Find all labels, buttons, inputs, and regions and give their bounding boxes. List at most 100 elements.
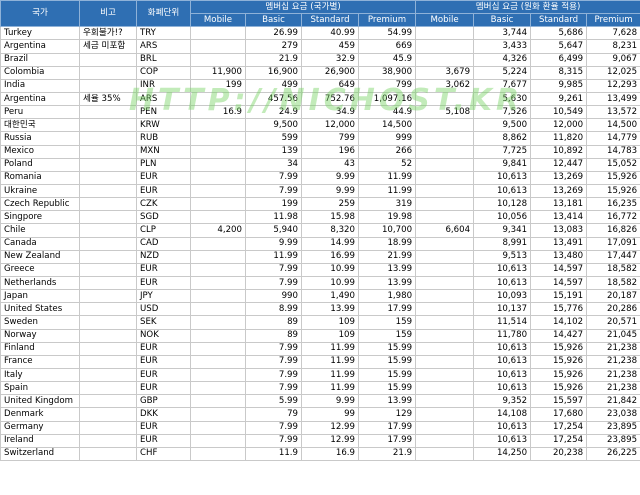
cell-country[interactable]: Greece	[0, 262, 80, 277]
cell-country[interactable]: United Kingdom	[0, 394, 80, 409]
cell-standard[interactable]: 259	[301, 197, 359, 212]
cell-krw-premium[interactable]: 21,238	[586, 381, 640, 396]
cell-premium[interactable]: 999	[357, 131, 417, 146]
cell-krw-mobile[interactable]	[415, 170, 475, 185]
cell-currency[interactable]: PLN	[136, 157, 191, 172]
cell-note[interactable]	[79, 170, 137, 185]
cell-krw-mobile[interactable]	[415, 118, 475, 133]
cell-basic[interactable]: 21.9	[245, 52, 302, 67]
cell-standard[interactable]: 13.99	[301, 302, 359, 317]
cell-standard[interactable]: 799	[301, 131, 359, 146]
cell-krw-standard[interactable]: 10,892	[530, 144, 588, 159]
cell-krw-mobile[interactable]	[415, 407, 475, 422]
cell-premium[interactable]: 13.99	[357, 275, 417, 291]
cell-basic[interactable]: 279	[245, 39, 302, 54]
cell-basic[interactable]: 79	[245, 407, 302, 422]
cell-note[interactable]	[79, 157, 137, 172]
cell-premium[interactable]: 13.99	[357, 394, 417, 409]
cell-country[interactable]: Argentina	[0, 39, 80, 54]
cell-currency[interactable]: SEK	[136, 315, 191, 330]
cell-basic[interactable]: 139	[245, 144, 302, 159]
cell-country[interactable]: Netherlands	[0, 275, 80, 291]
cell-mobile[interactable]: 199	[190, 78, 246, 93]
cell-currency[interactable]: NOK	[136, 328, 191, 343]
cell-mobile[interactable]	[190, 315, 246, 330]
cell-country[interactable]: Peru	[0, 105, 80, 120]
cell-krw-basic[interactable]: 14,250	[473, 446, 532, 461]
cell-mobile[interactable]	[190, 39, 246, 54]
cell-basic[interactable]: 11.98	[245, 210, 302, 225]
cell-krw-mobile[interactable]	[415, 328, 475, 343]
cell-currency[interactable]: CLP	[136, 223, 191, 238]
cell-basic[interactable]: 7.99	[245, 275, 302, 291]
cell-standard[interactable]: 196	[301, 144, 359, 159]
cell-standard[interactable]: 12.99	[301, 420, 359, 435]
cell-premium[interactable]: 13.99	[357, 262, 417, 277]
cell-basic[interactable]: 5,940	[245, 223, 302, 238]
cell-krw-basic[interactable]: 14,108	[473, 407, 532, 422]
cell-mobile[interactable]	[190, 275, 246, 291]
cell-mobile[interactable]	[190, 381, 246, 396]
cell-currency[interactable]: GBP	[136, 394, 191, 409]
cell-krw-premium[interactable]: 17,091	[586, 236, 640, 251]
cell-krw-premium[interactable]: 21,842	[586, 394, 640, 409]
cell-krw-mobile[interactable]	[415, 262, 475, 277]
cell-currency[interactable]: KRW	[136, 118, 191, 133]
cell-krw-mobile[interactable]	[415, 302, 475, 317]
cell-country[interactable]: Russia	[0, 131, 80, 146]
cell-note[interactable]	[79, 249, 137, 264]
cell-basic[interactable]: 7.99	[245, 262, 302, 277]
cell-currency[interactable]: ARS	[136, 91, 191, 107]
cell-note[interactable]	[79, 302, 137, 317]
cell-krw-basic[interactable]: 7,725	[473, 144, 532, 159]
cell-standard[interactable]: 752.76	[301, 91, 359, 107]
cell-country[interactable]: Romania	[0, 170, 80, 185]
cell-premium[interactable]: 266	[357, 144, 417, 159]
header-group-krw[interactable]: 멤버십 요금 (원화 환율 적용)	[415, 0, 640, 15]
cell-note[interactable]	[79, 131, 137, 146]
cell-mobile[interactable]: 11,900	[190, 65, 246, 80]
cell-mobile[interactable]	[190, 170, 246, 185]
cell-krw-basic[interactable]: 10,613	[473, 367, 532, 383]
cell-krw-standard[interactable]: 15,926	[530, 381, 588, 396]
cell-basic[interactable]: 26.99	[245, 26, 302, 41]
cell-country[interactable]: Czech Republic	[0, 197, 80, 212]
cell-krw-standard[interactable]: 12,000	[530, 118, 588, 133]
cell-country[interactable]: Colombia	[0, 65, 80, 80]
cell-premium[interactable]: 38,900	[357, 65, 417, 80]
cell-krw-mobile[interactable]	[415, 236, 475, 251]
cell-standard[interactable]: 9.99	[301, 394, 359, 409]
cell-currency[interactable]: EUR	[136, 262, 191, 277]
cell-krw-basic[interactable]: 10,128	[473, 197, 532, 212]
cell-krw-mobile[interactable]	[415, 249, 475, 264]
cell-note[interactable]	[79, 289, 137, 304]
cell-premium[interactable]: 44.9	[357, 105, 417, 120]
cell-basic[interactable]: 7.99	[245, 420, 302, 435]
cell-krw-basic[interactable]: 10,613	[473, 420, 532, 435]
cell-krw-standard[interactable]: 20,238	[530, 446, 588, 461]
cell-krw-basic[interactable]: 10,613	[473, 433, 532, 448]
cell-krw-mobile[interactable]	[415, 26, 475, 41]
cell-country[interactable]: Italy	[0, 367, 80, 383]
cell-premium[interactable]: 18.99	[357, 236, 417, 251]
cell-currency[interactable]: JPY	[136, 289, 191, 304]
cell-note[interactable]	[79, 433, 137, 448]
cell-premium[interactable]: 11.99	[357, 183, 417, 199]
cell-mobile[interactable]	[190, 407, 246, 422]
cell-standard[interactable]: 11.99	[301, 381, 359, 396]
cell-premium[interactable]: 17.99	[357, 302, 417, 317]
header-mobile[interactable]: Mobile	[190, 13, 246, 28]
cell-krw-mobile[interactable]	[415, 131, 475, 146]
cell-currency[interactable]: DKK	[136, 407, 191, 422]
cell-basic[interactable]: 24.9	[245, 105, 302, 120]
cell-mobile[interactable]	[190, 157, 246, 172]
cell-standard[interactable]: 12.99	[301, 433, 359, 448]
header-krw-standard[interactable]: Standard	[530, 13, 588, 28]
cell-premium[interactable]: 45.9	[357, 52, 417, 67]
cell-krw-mobile[interactable]	[415, 91, 475, 107]
cell-standard[interactable]: 1,490	[301, 289, 359, 304]
cell-currency[interactable]: MXN	[136, 144, 191, 159]
cell-krw-premium[interactable]: 15,926	[586, 183, 640, 199]
cell-currency[interactable]: EUR	[136, 341, 191, 356]
cell-krw-premium[interactable]: 13,499	[586, 91, 640, 107]
